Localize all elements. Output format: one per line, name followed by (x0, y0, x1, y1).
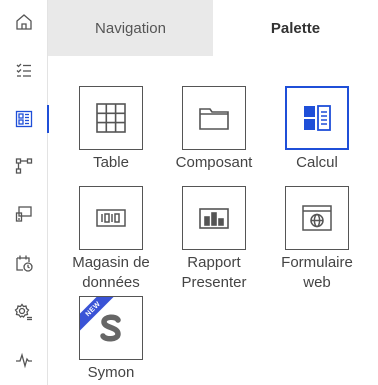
rail-checklist[interactable] (0, 52, 48, 88)
web-form-icon (302, 205, 332, 231)
palette-item-box (79, 86, 143, 150)
rail-workflow[interactable] (0, 148, 48, 184)
data-store-icon (96, 209, 126, 227)
palette-item-box: NEW (79, 296, 143, 360)
panel-tabs: Navigation Palette (48, 0, 378, 56)
palette-item-label: Magasin de données (72, 254, 150, 291)
palette-item-label: Rapport Presenter (181, 254, 247, 291)
palette-grid-icon (15, 110, 33, 128)
tab-palette[interactable]: Palette (213, 0, 378, 56)
settings-list-icon (14, 303, 32, 321)
rail-screen[interactable] (0, 196, 48, 232)
folder-icon (199, 108, 229, 130)
table-grid-icon (96, 103, 126, 133)
palette-item-label: Composant (175, 154, 253, 171)
checklist-icon (16, 63, 31, 77)
report-chart-icon (199, 208, 229, 229)
calendar-clock-icon (16, 255, 33, 272)
rail-home[interactable] (0, 4, 48, 40)
tab-navigation[interactable]: Navigation (48, 0, 213, 56)
palette-item-label: Table (93, 154, 129, 171)
palette-item-label: Calcul (296, 154, 338, 171)
palette-item-label: Formulaire web (281, 254, 353, 291)
palette-item-magasin-de-donnees[interactable]: Magasin de données (61, 186, 161, 293)
palette-item-rapport-presenter[interactable]: Rapport Presenter (164, 186, 264, 293)
icon-rail (0, 0, 49, 385)
palette-item-formulaire-web[interactable]: Formulaire web (267, 186, 367, 293)
palette-item-table[interactable]: Table (61, 86, 161, 173)
palette-item-label: Symon (87, 364, 135, 381)
rail-palette[interactable] (0, 101, 49, 137)
rail-scheduler[interactable] (0, 245, 48, 281)
rail-settings[interactable] (0, 294, 48, 330)
palette-grid: Table Composant Calcul Magasin de donnée… (48, 56, 378, 385)
calculator-icon (304, 105, 331, 131)
palette-item-box-selected (285, 86, 349, 150)
palette-item-composant[interactable]: Composant (164, 86, 264, 173)
screen-icon (15, 206, 32, 222)
workflow-icon (15, 158, 33, 174)
pulse-icon (16, 352, 32, 369)
palette-item-box (182, 86, 246, 150)
palette-item-symon[interactable]: NEW Symon (61, 296, 161, 383)
rail-activity[interactable] (0, 342, 48, 378)
palette-item-box (285, 186, 349, 250)
palette-item-box (182, 186, 246, 250)
palette-item-box (79, 186, 143, 250)
home-icon (16, 14, 32, 30)
symon-logo-icon (100, 314, 121, 342)
palette-item-calcul[interactable]: Calcul (267, 86, 367, 173)
